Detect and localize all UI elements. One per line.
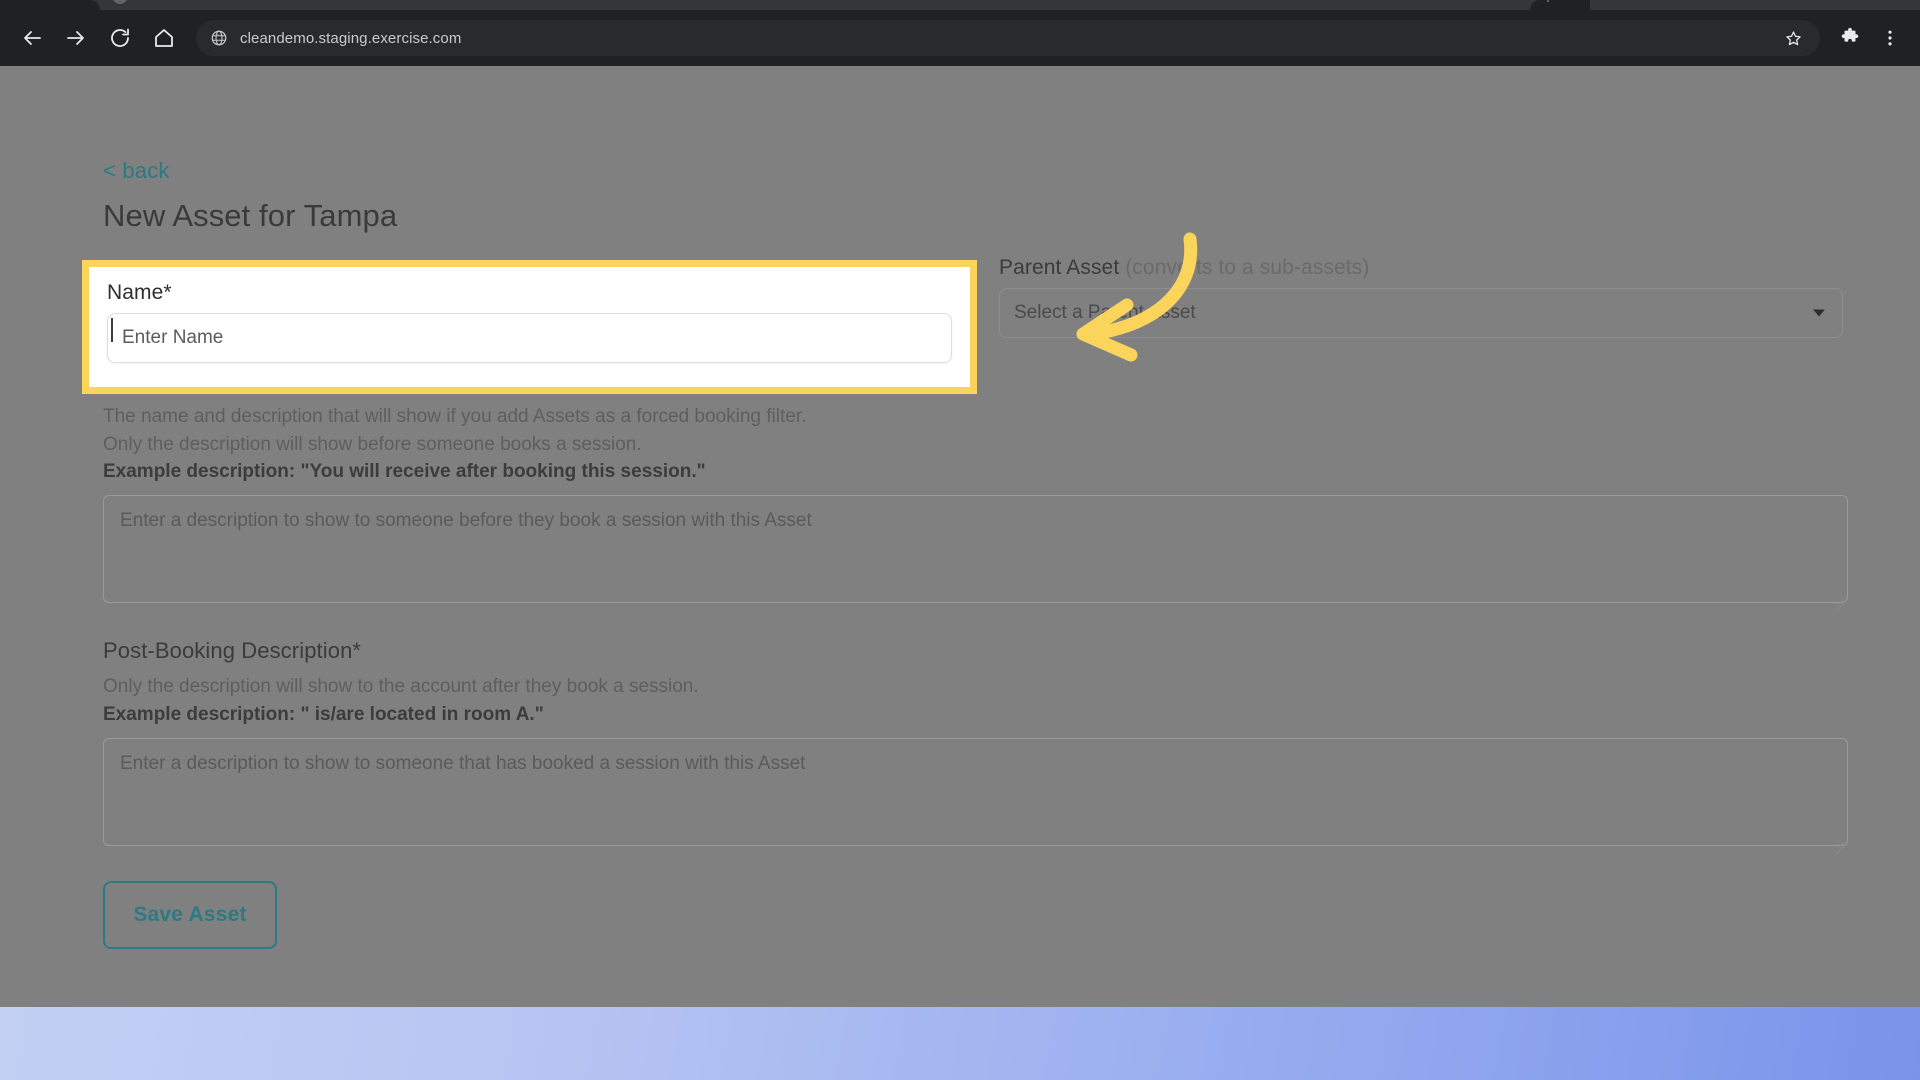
post-booking-section: Post-Booking Description* Only the descr… — [103, 638, 1920, 851]
globe-icon — [112, 0, 128, 4]
puzzle-piece-icon — [1841, 27, 1859, 42]
name-label: Name* — [107, 281, 172, 304]
post-booking-title: Post-Booking Description* — [103, 638, 362, 664]
tab-strip-left-cap — [0, 0, 100, 10]
arrow-left-icon — [24, 31, 41, 45]
home-button[interactable] — [144, 18, 184, 58]
post-booking-note-1: Only the description will show to the ac… — [103, 676, 699, 698]
tab-strip-fill — [390, 0, 1530, 10]
back-link[interactable]: < back — [103, 158, 170, 184]
parent-asset-label: Parent Asset (converts to a sub-assets) — [999, 256, 1847, 280]
parent-asset-select[interactable]: Select a Parent Asset — [999, 288, 1843, 338]
parent-asset-selected-value: Select a Parent Asset — [1014, 302, 1196, 323]
browser-menu-button[interactable] — [1872, 20, 1908, 56]
new-tab-button[interactable]: + — [1530, 0, 1590, 10]
page-backdrop: < back New Asset for Tampa Name* Parent … — [0, 66, 1920, 1080]
parent-asset-select-wrap: Select a Parent Asset — [999, 288, 1843, 338]
browser-chrome: Assets - exercise.com + — [0, 0, 1920, 66]
post-booking-textarea-wrap — [103, 737, 1848, 851]
save-asset-button[interactable]: Save Asset — [103, 880, 277, 949]
post-booking-example: Example description: " is/are located in… — [103, 703, 544, 725]
bottom-gradient-band — [0, 1007, 1920, 1080]
back-button[interactable] — [12, 18, 52, 58]
post-booking-textarea[interactable] — [103, 737, 1848, 846]
arrow-right-icon — [67, 31, 84, 45]
browser-tab-active[interactable]: Assets - exercise.com — [100, 0, 390, 10]
pre-booking-textarea[interactable] — [103, 495, 1848, 604]
tab-title: Assets - exercise.com — [136, 0, 253, 3]
tab-strip-right-fill — [1590, 0, 1920, 10]
asset-form: < back New Asset for Tampa Name* Parent … — [0, 66, 1920, 949]
name-field-group-highlighted: Name* — [89, 267, 970, 363]
home-icon — [155, 29, 173, 47]
address-bar-url: cleandemo.staging.exercise.com — [240, 29, 462, 47]
pre-booking-note-2: Only the description will show before so… — [103, 433, 642, 455]
text-cursor — [111, 318, 113, 342]
name-field-highlight: Name* — [82, 260, 977, 394]
tab-strip: Assets - exercise.com + — [0, 0, 1920, 10]
browser-toolbar: cleandemo.staging.exercise.com — [0, 10, 1920, 66]
page-title: New Asset for Tampa — [103, 198, 398, 233]
address-bar[interactable]: cleandemo.staging.exercise.com — [196, 20, 1820, 56]
star-icon[interactable] — [1780, 25, 1806, 51]
pre-booking-example: Example description: "You will receive a… — [103, 461, 706, 483]
forward-button[interactable] — [56, 18, 96, 58]
extensions-button[interactable] — [1832, 20, 1868, 56]
pre-booking-section: Pre-Booking Description* The name and de… — [103, 368, 1920, 608]
parent-asset-field-group: Parent Asset (converts to a sub-assets) … — [975, 256, 1847, 338]
reload-button[interactable] — [100, 18, 140, 58]
three-dot-menu-icon — [1888, 30, 1892, 46]
pre-booking-textarea-wrap — [103, 495, 1848, 608]
chevron-down-icon[interactable] — [1813, 309, 1825, 317]
reload-icon — [111, 28, 129, 47]
parent-asset-label-main: Parent Asset — [999, 256, 1120, 279]
parent-asset-label-note: (converts to a sub-assets) — [1125, 256, 1370, 279]
pre-booking-note-1: The name and description that will show … — [103, 406, 807, 427]
globe-icon — [211, 30, 227, 46]
name-input[interactable] — [107, 313, 952, 363]
plus-icon: + — [1544, 0, 1552, 6]
